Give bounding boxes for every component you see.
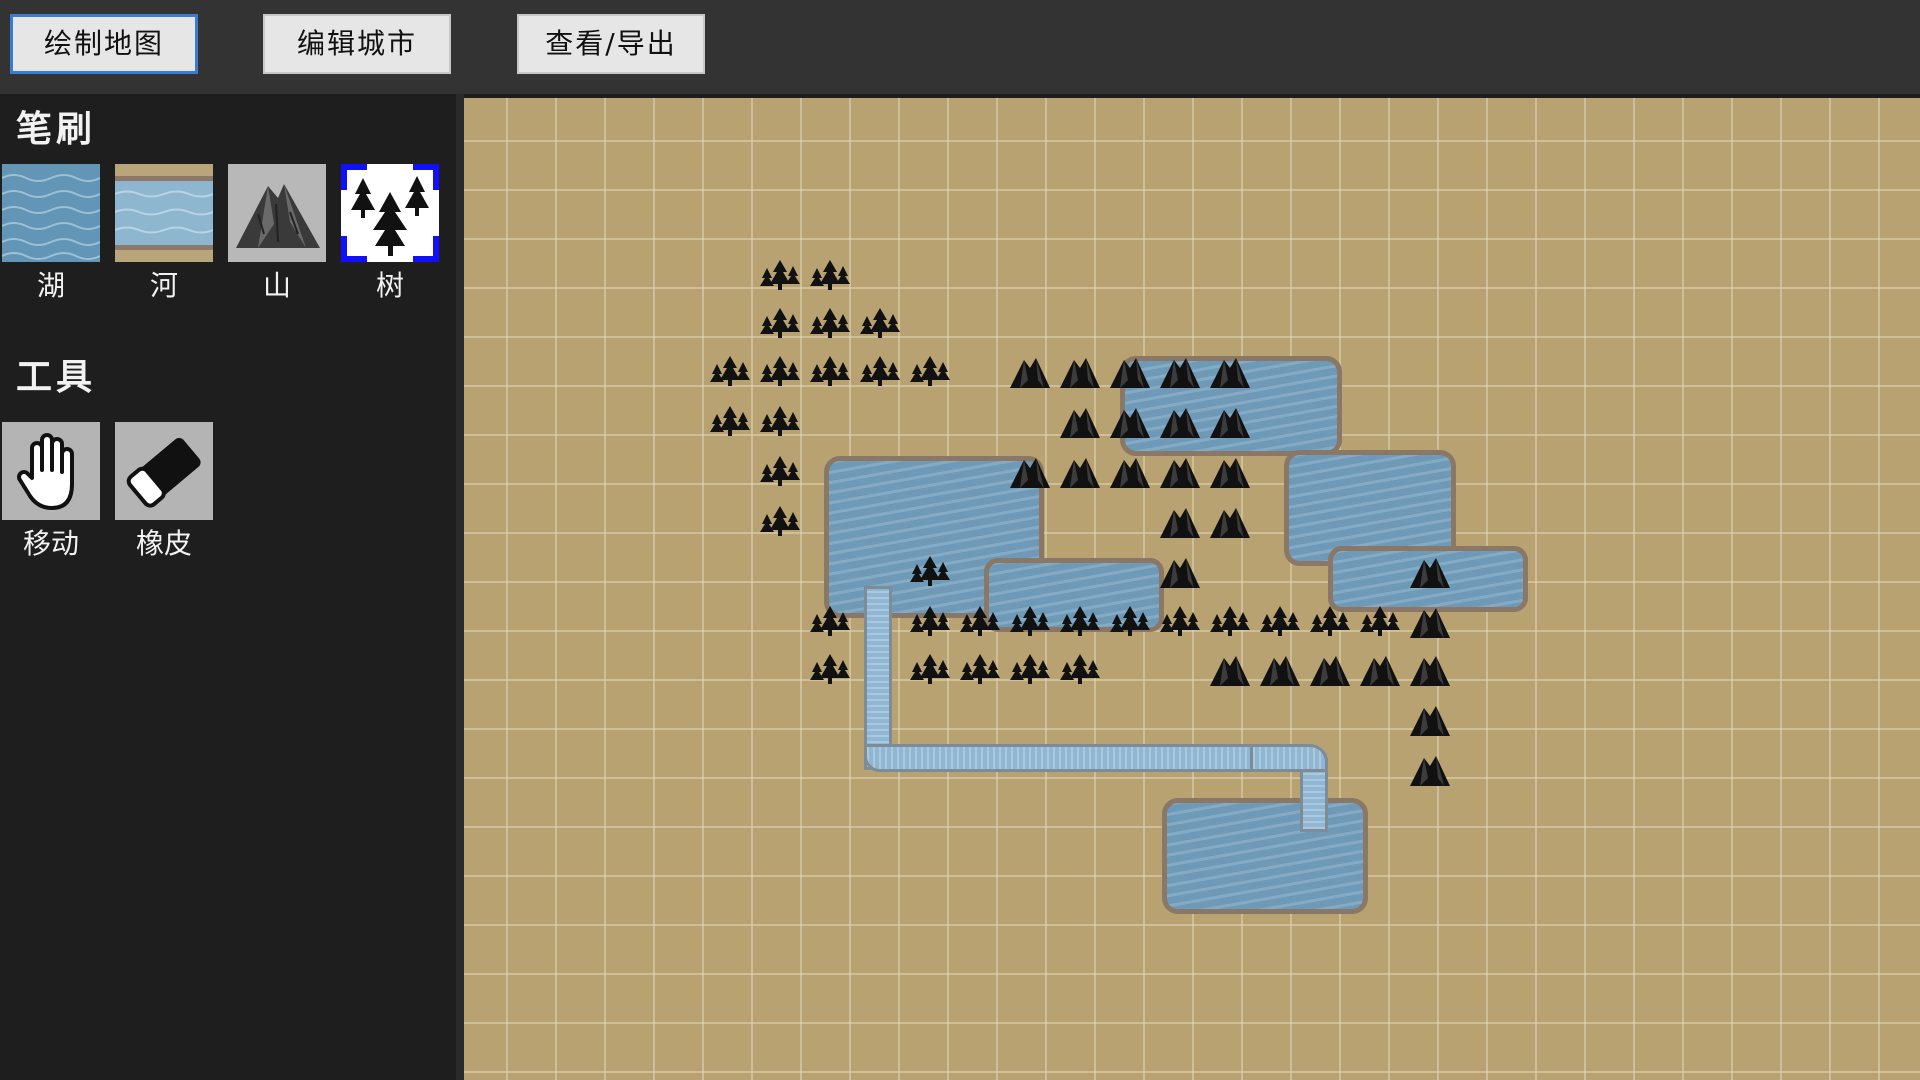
tree-icon: [1360, 606, 1400, 636]
mountain-icon: [1160, 458, 1200, 488]
tree-icon: [1060, 606, 1100, 636]
tree-icon: [1010, 654, 1050, 684]
brush-river-label: 河: [149, 269, 178, 302]
tree-icon: [1010, 606, 1050, 636]
tree-icon: [910, 606, 950, 636]
terrain-marks: [710, 260, 1450, 786]
tree-icon: [810, 654, 850, 684]
tree-icon: [810, 260, 850, 290]
mountain-icon: [1060, 458, 1100, 488]
tree-icon: [1310, 606, 1350, 636]
mountain-icon: [1160, 408, 1200, 438]
tool-move-label: 移动: [22, 527, 79, 560]
hand-icon: [2, 422, 100, 520]
tree-icon: [760, 356, 800, 386]
brush-river-tile[interactable]: [115, 164, 213, 262]
mountain-icon: [1210, 358, 1250, 388]
tree-icon: [760, 506, 800, 536]
brush-mountain-label: 山: [262, 269, 291, 302]
tree-icon: [960, 606, 1000, 636]
tree-icon: [810, 308, 850, 338]
mountain-icon: [1210, 458, 1250, 488]
tab-draw-map[interactable]: 绘制地图: [10, 14, 198, 74]
mountain-icon: [1110, 408, 1150, 438]
tree-icon: [760, 456, 800, 486]
tree-icon: [810, 606, 850, 636]
mountain-icon: [1110, 358, 1150, 388]
tree-icon: [341, 164, 439, 262]
mountain-icon: [1060, 408, 1100, 438]
tree-icon: [910, 556, 950, 586]
mountain-icon: [1010, 458, 1050, 488]
tree-icon: [1260, 606, 1300, 636]
lake-icon: [2, 164, 100, 262]
mountain-icon: [1410, 706, 1450, 736]
tree-icon: [860, 308, 900, 338]
tool-eraser-label: 橡皮: [135, 527, 192, 560]
mountain-icon: [1210, 408, 1250, 438]
river-icon: [115, 164, 213, 262]
tree-icon: [1110, 606, 1150, 636]
mountain-icon: [228, 164, 326, 262]
tab-edit-city[interactable]: 编辑城市: [263, 14, 451, 74]
mountain-icon: [1260, 656, 1300, 686]
brush-lake-label: 湖: [36, 269, 65, 302]
brush-section-title: 笔刷: [16, 109, 97, 150]
tree-icon: [910, 654, 950, 684]
tree-icon: [710, 406, 750, 436]
tree-icon: [760, 406, 800, 436]
tree-icon: [810, 356, 850, 386]
brush-mountain-tile[interactable]: [228, 164, 326, 262]
tools-section-title: 工具: [16, 357, 97, 398]
tree-icon: [960, 654, 1000, 684]
mountain-icon: [1310, 656, 1350, 686]
sidebar: 笔刷 湖 河 山 树 工具 移动 橡皮: [0, 94, 456, 1080]
tree-icon: [710, 356, 750, 386]
tree-icon: [1210, 606, 1250, 636]
mountain-icon: [1210, 508, 1250, 538]
eraser-icon: [115, 422, 213, 520]
brush-tree-label: 树: [375, 269, 404, 302]
mountain-icon: [1160, 558, 1200, 588]
top-toolbar: 绘制地图 编辑城市 查看/导出: [0, 0, 1920, 94]
mountain-icon: [1060, 358, 1100, 388]
brush-tree-tile[interactable]: [341, 164, 439, 262]
mountain-icon: [1360, 656, 1400, 686]
mountain-icon: [1410, 558, 1450, 588]
mountain-icon: [1410, 656, 1450, 686]
tree-icon: [910, 356, 950, 386]
tree-icon: [760, 260, 800, 290]
mountain-icon: [1010, 358, 1050, 388]
tab-view-export[interactable]: 查看/导出: [517, 14, 705, 74]
tool-eraser-tile[interactable]: [115, 422, 213, 520]
mountain-icon: [1160, 508, 1200, 538]
tree-icon: [760, 308, 800, 338]
tool-move-tile[interactable]: [2, 422, 100, 520]
mountain-icon: [1110, 458, 1150, 488]
mountain-icon: [1410, 608, 1450, 638]
map-canvas[interactable]: [464, 98, 1920, 1080]
mountain-icon: [1410, 756, 1450, 786]
panel-divider: [456, 94, 464, 1080]
mountain-icon: [1210, 656, 1250, 686]
tree-icon: [1060, 654, 1100, 684]
tree-icon: [860, 356, 900, 386]
brush-lake-tile[interactable]: [2, 164, 100, 262]
tree-icon: [1160, 606, 1200, 636]
mountain-icon: [1160, 358, 1200, 388]
